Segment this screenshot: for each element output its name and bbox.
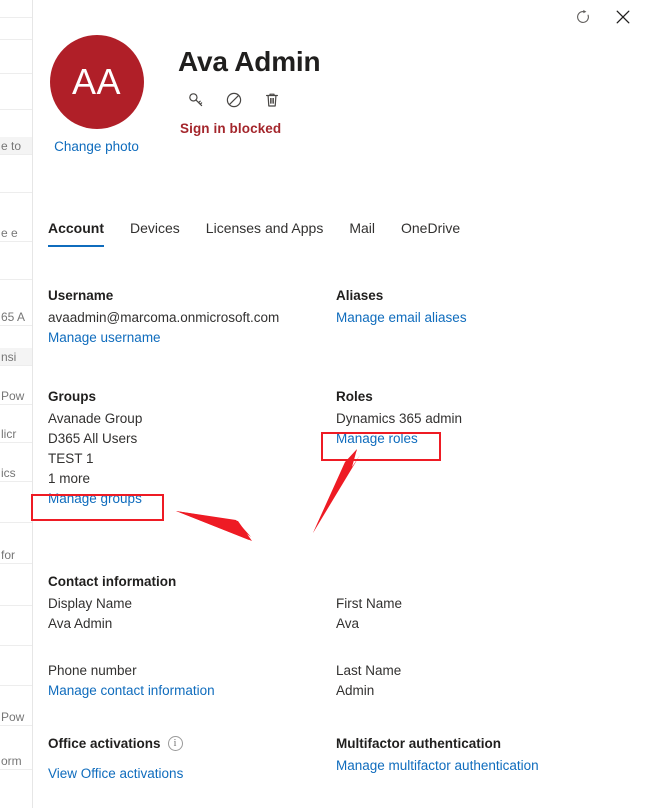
background-row: 65 A [0,308,32,326]
background-row: ics [0,464,32,482]
background-row: for [0,546,32,564]
avatar-initials: AA [71,61,122,102]
username-section: Username avaadmin@marcoma.onmicrosoft.co… [48,285,336,348]
tab-devices[interactable]: Devices [117,218,193,247]
avatar: AA [49,35,144,129]
office-activations-section: Office activations i View Office activat… [48,733,336,784]
roles-section: Roles Dynamics 365 admin Manage roles [336,386,623,509]
background-row [0,0,32,18]
background-row: nsi [0,348,32,366]
office-activations-header: Office activations i [48,733,336,754]
display-first-name-row: Display Name Ava Admin First Name Ava [48,594,623,634]
background-row [0,262,32,280]
account-tab-content: Username avaadmin@marcoma.onmicrosoft.co… [48,285,623,784]
manage-username-link[interactable]: Manage username [48,328,161,348]
aliases-label: Aliases [336,288,384,303]
refresh-icon[interactable] [567,2,599,32]
background-row [0,588,32,606]
account-tabs: Account Devices Licenses and Apps Mail O… [48,218,473,247]
background-row: Pow [0,387,32,405]
manage-groups-link[interactable]: Manage groups [48,489,142,509]
change-photo-link[interactable]: Change photo [48,139,145,154]
phone-last-name-row: Phone number Manage contact information … [48,661,623,701]
activations-mfa-row: Office activations i View Office activat… [48,733,623,784]
user-header: AA Change photo Ava Admin Sign in blocke… [48,35,608,170]
key-icon[interactable] [182,87,210,113]
display-name-label: Display Name [48,596,133,611]
background-row [0,505,32,523]
manage-contact-information-link[interactable]: Manage contact information [48,681,215,701]
background-page-strip: e to e e 65 A nsi Pow licr ics for Pow orm [0,0,33,808]
background-row: licr [0,425,32,443]
username-value: avaadmin@marcoma.onmicrosoft.com [48,310,280,325]
roles-value: Dynamics 365 admin [336,411,463,426]
groups-roles-row: Groups Avanade Group D365 All Users TEST… [48,386,623,509]
first-name-label: First Name [336,596,403,611]
groups-section: Groups Avanade Group D365 All Users TEST… [48,386,336,509]
contact-information-label: Contact information [48,574,177,589]
contact-information-section: Contact information Display Name Ava Adm… [48,571,623,701]
user-action-toolbar [182,87,320,113]
background-row [0,175,32,193]
background-row [0,22,32,40]
background-row: orm [0,752,32,770]
office-activations-label: Office activations [48,736,161,751]
user-identity-block: Ava Admin Sign in blocked [178,45,321,136]
background-row [0,792,32,808]
phone-number-label: Phone number [48,663,137,678]
page-title: Ava Admin [178,46,321,77]
list-item: D365 All Users [48,431,138,446]
phone-number-field: Phone number Manage contact information [48,661,336,701]
background-row [0,668,32,686]
roles-label: Roles [336,389,373,404]
block-icon[interactable] [220,87,248,113]
tab-onedrive[interactable]: OneDrive [388,218,473,247]
multifactor-authentication-label: Multifactor authentication [336,736,501,751]
first-name-field: First Name Ava [336,594,623,634]
manage-roles-link[interactable]: Manage roles [336,429,418,449]
info-icon[interactable]: i [167,736,183,751]
first-name-value: Ava [336,616,360,631]
tab-account[interactable]: Account [48,218,117,247]
manage-email-aliases-link[interactable]: Manage email aliases [336,308,467,328]
last-name-value: Admin [336,683,375,698]
background-row: e e [0,224,32,242]
display-name-field: Display Name Ava Admin [48,594,336,634]
multifactor-authentication-section: Multifactor authentication Manage multif… [336,733,623,784]
background-row [0,92,32,110]
tab-licenses-and-apps[interactable]: Licenses and Apps [193,218,337,247]
background-row: e to [0,137,32,155]
username-label: Username [48,288,114,303]
background-row [0,628,32,646]
user-details-panel: AA Change photo Ava Admin Sign in blocke… [33,0,647,808]
groups-label: Groups [48,389,97,404]
last-name-field: Last Name Admin [336,661,623,701]
groups-more-count: 1 more [48,471,91,486]
view-office-activations-link[interactable]: View Office activations [48,764,183,784]
manage-multifactor-authentication-link[interactable]: Manage multifactor authentication [336,756,539,776]
last-name-label: Last Name [336,663,402,678]
close-icon[interactable] [607,2,639,32]
username-aliases-row: Username avaadmin@marcoma.onmicrosoft.co… [48,285,623,348]
background-row [0,56,32,74]
avatar-block: AA Change photo [48,35,145,154]
trash-icon[interactable] [258,87,286,113]
panel-command-bar [567,2,639,32]
tab-mail[interactable]: Mail [336,218,388,247]
list-item: Avanade Group [48,411,143,426]
aliases-section: Aliases Manage email aliases [336,285,623,348]
background-row: Pow [0,708,32,726]
list-item: TEST 1 [48,451,94,466]
display-name-value: Ava Admin [48,616,113,631]
status-badge: Sign in blocked [180,121,282,136]
